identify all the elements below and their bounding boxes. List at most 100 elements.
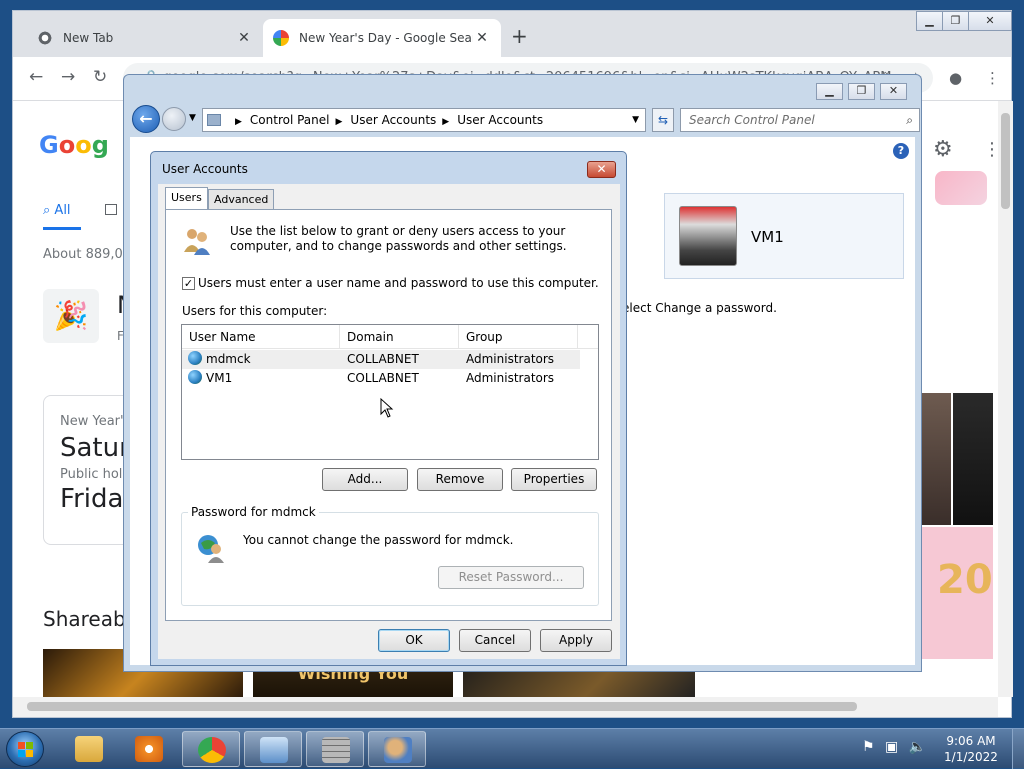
image-thumbnail[interactable] (953, 393, 993, 525)
tab-new-tab[interactable]: New Tab ✕ (27, 19, 263, 57)
tab-users[interactable]: Users (165, 187, 208, 210)
control-panel-titlebar: ▁ ❐ ✕ (124, 75, 921, 103)
system-clock[interactable]: 9:06 AM 1/1/2022 (936, 733, 1006, 765)
remove-user-button[interactable]: Remove (417, 468, 503, 491)
user-group: Administrators (466, 371, 555, 385)
search-input[interactable]: Search Control Panel ⌕ (680, 108, 920, 132)
taskbar-explorer[interactable] (60, 731, 118, 767)
require-password-label[interactable]: Users must enter a user name and passwor… (198, 276, 599, 290)
ok-button[interactable]: OK (378, 629, 450, 652)
scrollbar-thumb[interactable] (27, 702, 857, 711)
minimize-button[interactable]: ▁ (816, 83, 843, 100)
minimize-button[interactable]: ▁ (916, 11, 943, 31)
horizontal-scrollbar[interactable] (13, 697, 998, 717)
cancel-button[interactable]: Cancel (459, 629, 531, 652)
add-user-button[interactable]: Add... (322, 468, 408, 491)
maximize-button[interactable]: ❐ (942, 11, 969, 31)
scrollbar-thumb[interactable] (1001, 113, 1010, 209)
network-icon[interactable]: ▣ (885, 739, 898, 755)
account-picture[interactable] (679, 206, 737, 266)
taskbar-chrome[interactable] (182, 731, 240, 767)
dialog-body: Users Advanced Use the list below to gra… (158, 184, 620, 659)
breadcrumb-chevron-icon: ▶ (442, 117, 450, 127)
google-doodle-logo[interactable]: Goog (39, 131, 109, 159)
help-icon[interactable]: ? (893, 143, 909, 159)
firewall-icon (322, 737, 350, 763)
start-button[interactable] (6, 731, 44, 767)
list-header: User Name Domain Group (182, 325, 598, 349)
decoration-image (935, 171, 987, 205)
breadcrumb-item[interactable]: User Accounts (350, 113, 436, 127)
maximize-button[interactable]: ❐ (848, 83, 875, 100)
breadcrumb-item[interactable]: Control Panel (250, 113, 330, 127)
image-thumbnail[interactable]: 20 (921, 527, 993, 659)
refresh-icon[interactable]: ⇆ (652, 108, 674, 132)
close-tab-icon[interactable]: ✕ (235, 30, 253, 46)
control-panel-icon (260, 737, 288, 763)
breadcrumb-chevron-icon: ▶ (335, 117, 343, 127)
action-center-flag-icon[interactable]: ⚑ (862, 739, 875, 755)
taskbar-media-player[interactable] (120, 731, 178, 767)
column-header-domain[interactable]: Domain (340, 325, 459, 349)
close-tab-icon[interactable]: ✕ (473, 30, 491, 46)
tab-title: New Year's Day - Google Search (299, 31, 473, 45)
recent-pages-chevron-icon[interactable]: ▼ (189, 113, 196, 123)
active-tab-underline (43, 227, 81, 230)
search-icon[interactable]: ⌕ (906, 109, 913, 131)
chevron-down-icon[interactable]: ▼ (632, 109, 639, 131)
gear-icon[interactable]: ⚙ (933, 137, 953, 162)
profile-icon[interactable]: ● (949, 69, 962, 87)
forward-arrow-icon[interactable]: → (61, 67, 75, 87)
menu-dots-icon[interactable]: ⋮ (985, 69, 1000, 87)
column-header-user-name[interactable]: User Name (182, 325, 340, 349)
back-arrow-icon[interactable]: ← (132, 105, 160, 133)
search-tab-all[interactable]: ⌕ All (43, 203, 71, 218)
apply-button[interactable]: Apply (540, 629, 612, 652)
close-window-button[interactable]: ✕ (968, 11, 1012, 31)
taskbar: ⚑ ▣ 🔈 9:06 AM 1/1/2022 (0, 728, 1024, 769)
require-password-checkbox[interactable]: ✓ (182, 277, 195, 290)
user-domain: COLLABNET (347, 371, 419, 385)
image-thumbnail[interactable] (921, 393, 951, 525)
dialog-title: User Accounts (162, 162, 248, 176)
breadcrumb[interactable]: ▶ Control Panel ▶ User Accounts ▶ User Accoun… (202, 108, 646, 132)
forward-arrow-icon[interactable] (162, 107, 186, 131)
control-panel-icon (207, 114, 221, 126)
tab-google-search[interactable]: New Year's Day - Google Search ✕ (263, 19, 501, 57)
chrome-tab-icon (37, 30, 53, 46)
taskbar-user-accounts[interactable] (368, 731, 426, 767)
password-message: You cannot change the password for mdmck… (243, 533, 514, 547)
taskbar-firewall[interactable] (306, 731, 364, 767)
show-desktop-button[interactable] (1012, 729, 1024, 769)
users-icon (184, 229, 210, 255)
description-text: Use the list below to grant or deny user… (230, 224, 567, 253)
images-icon[interactable] (105, 204, 117, 215)
search-icon: ⌕ (43, 203, 55, 218)
clock-date: 1/1/2022 (944, 750, 998, 764)
windows-logo-icon (18, 742, 34, 758)
back-arrow-icon[interactable]: ← (29, 67, 43, 87)
column-header-group[interactable]: Group (459, 325, 578, 349)
google-favicon-icon (273, 30, 289, 46)
taskbar-control-panel[interactable] (244, 731, 302, 767)
table-row[interactable]: mdmck COLLABNET Administrators (182, 350, 580, 369)
properties-button[interactable]: Properties (511, 468, 597, 491)
hint-text: elect Change a password. (622, 301, 777, 315)
users-list[interactable]: User Name Domain Group mdmck COLLABNET A… (181, 324, 599, 460)
apps-dots-icon[interactable]: ⋮ (983, 139, 998, 160)
volume-icon[interactable]: 🔈 (909, 739, 926, 755)
tab-advanced[interactable]: Advanced (208, 189, 275, 210)
user-name: mdmck (206, 352, 251, 366)
vertical-scrollbar[interactable] (998, 101, 1013, 697)
new-tab-plus-icon[interactable]: + (511, 24, 528, 48)
user-group: Administrators (466, 352, 555, 366)
close-icon[interactable]: ✕ (587, 161, 616, 178)
reset-password-button[interactable]: Reset Password... (438, 566, 584, 589)
party-popper-icon: 🎉 (43, 289, 99, 343)
reload-icon[interactable]: ↻ (93, 67, 107, 87)
breadcrumb-item[interactable]: User Accounts (457, 113, 543, 127)
close-window-button[interactable]: ✕ (880, 83, 907, 100)
table-row[interactable]: VM1 COLLABNET Administrators (182, 369, 580, 388)
password-group-label: Password for mdmck (188, 505, 319, 519)
media-player-icon (135, 736, 163, 762)
